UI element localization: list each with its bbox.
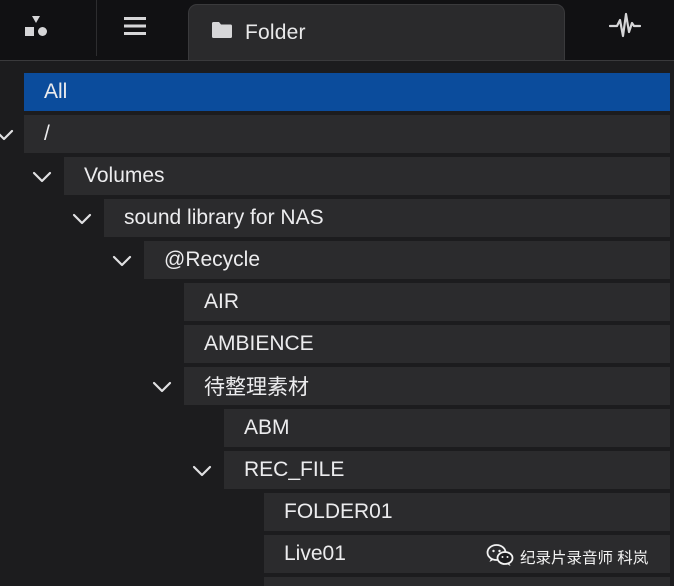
- tree-row-label: 待整理素材: [204, 376, 309, 399]
- tree-row-label: @Recycle: [164, 248, 261, 271]
- list-icon: [123, 16, 147, 41]
- folder-tree: All / Volumes sound library for NAS @Rec…: [0, 60, 674, 586]
- tab-list[interactable]: [97, 0, 173, 56]
- tree-row-root[interactable]: /: [24, 115, 670, 153]
- tree-row-label: Live01: [284, 542, 346, 565]
- tree-row-partial[interactable]: [264, 577, 670, 586]
- chevron-down-icon[interactable]: [112, 254, 132, 268]
- folder-icon: [211, 21, 233, 44]
- folder-browser-window: Folder All / Volumes sound library for N…: [0, 0, 674, 586]
- chevron-down-icon[interactable]: [72, 212, 92, 226]
- tree-row-label: All: [44, 80, 68, 103]
- tree-row-folder01[interactable]: FOLDER01: [264, 493, 670, 531]
- tree-row-all[interactable]: All: [24, 73, 670, 111]
- tree-row-rec-file[interactable]: REC_FILE: [224, 451, 670, 489]
- watermark: 纪录片录音师 科岚: [486, 543, 648, 571]
- tree-row-label: REC_FILE: [244, 458, 345, 481]
- tab-folder[interactable]: Folder: [188, 4, 565, 60]
- tree-row-label: /: [44, 122, 50, 145]
- hierarchy-icon: [23, 14, 49, 43]
- tree-row-label: AIR: [204, 290, 240, 313]
- chevron-down-icon[interactable]: [32, 170, 52, 184]
- tab-waveform[interactable]: [576, 0, 674, 56]
- tree-row-abm[interactable]: ABM: [224, 409, 670, 447]
- tab-folder-label: Folder: [245, 20, 306, 44]
- waveform-icon: [608, 12, 642, 45]
- tree-row-label: sound library for NAS: [124, 206, 324, 229]
- tab-hierarchy[interactable]: [0, 0, 72, 56]
- tree-row-sound-library[interactable]: sound library for NAS: [104, 199, 670, 237]
- tab-bar: Folder: [0, 0, 674, 60]
- chevron-down-icon[interactable]: [0, 128, 14, 142]
- chevron-down-icon[interactable]: [152, 380, 172, 394]
- tree-row-unsorted-material[interactable]: 待整理素材: [184, 367, 670, 405]
- tree-row-volumes[interactable]: Volumes: [64, 157, 670, 195]
- watermark-text: 纪录片录音师 科岚: [520, 550, 649, 567]
- wechat-icon: [486, 543, 514, 572]
- tree-row-label: FOLDER01: [284, 500, 393, 523]
- chevron-down-icon[interactable]: [192, 464, 212, 478]
- tree-row-label: ABM: [244, 416, 290, 439]
- tree-row-ambience[interactable]: AMBIENCE: [184, 325, 670, 363]
- tree-row-label: Volumes: [84, 164, 165, 187]
- tree-row-air[interactable]: AIR: [184, 283, 670, 321]
- tree-row-label: AMBIENCE: [204, 332, 314, 355]
- tree-row-recycle[interactable]: @Recycle: [144, 241, 670, 279]
